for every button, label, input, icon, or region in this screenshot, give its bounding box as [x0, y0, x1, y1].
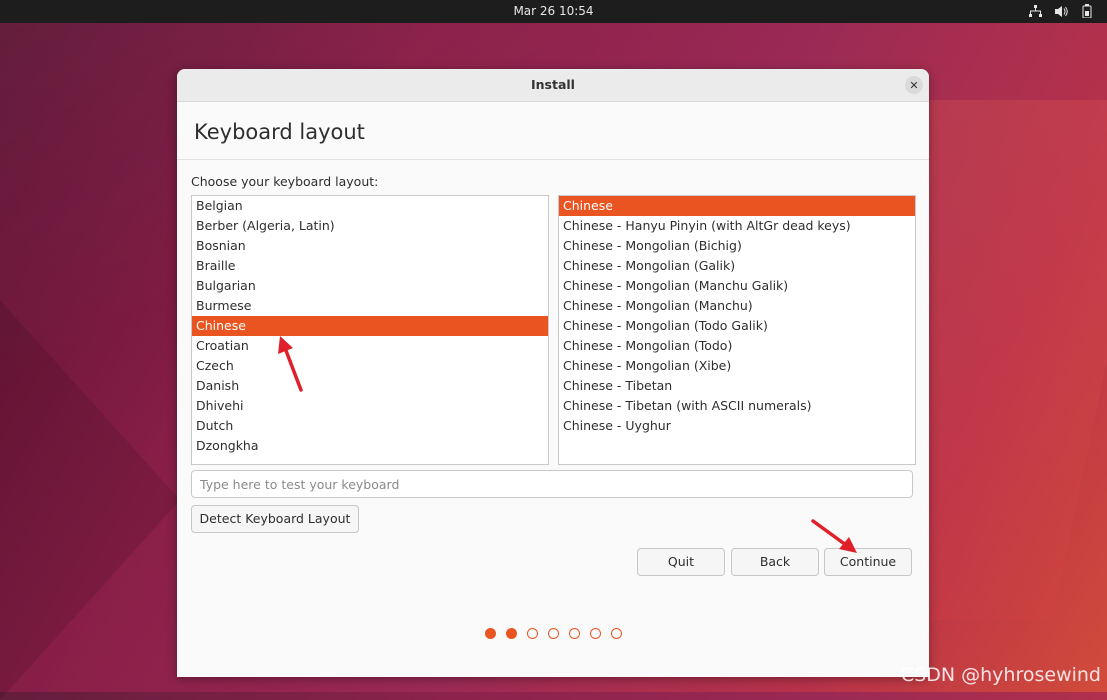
layout-list-item[interactable]: Chinese	[192, 316, 548, 336]
progress-dot	[610, 628, 622, 639]
variant-list-item[interactable]: Chinese	[559, 196, 915, 216]
layout-list-item-partial	[192, 456, 548, 462]
install-window: Install ✕ Keyboard layout Choose your ke…	[177, 69, 929, 677]
variant-list-item[interactable]: Chinese - Mongolian (Todo)	[559, 336, 915, 356]
variant-list-item[interactable]: Chinese - Mongolian (Todo Galik)	[559, 316, 915, 336]
layout-list-item[interactable]: Berber (Algeria, Latin)	[192, 216, 548, 236]
variant-list-item[interactable]: Chinese - Mongolian (Xibe)	[559, 356, 915, 376]
quit-button[interactable]: Quit	[637, 548, 725, 576]
layout-list-item[interactable]: Dhivehi	[192, 396, 548, 416]
window-title: Install	[531, 77, 575, 92]
layout-prompt: Choose your keyboard layout:	[191, 174, 379, 189]
variant-list-item[interactable]: Chinese - Mongolian (Manchu Galik)	[559, 276, 915, 296]
variant-list-item[interactable]: Chinese - Tibetan	[559, 376, 915, 396]
watermark: CSDN @hyhrosewind	[900, 664, 1101, 686]
close-button[interactable]: ✕	[905, 76, 923, 94]
progress-dot	[547, 628, 559, 639]
variant-list-item[interactable]: Chinese - Mongolian (Galik)	[559, 256, 915, 276]
system-tray[interactable]	[1027, 3, 1095, 19]
progress-dot	[526, 628, 538, 639]
volume-icon[interactable]	[1053, 3, 1069, 19]
close-icon: ✕	[909, 78, 919, 92]
layout-list-item[interactable]: Czech	[192, 356, 548, 376]
network-icon[interactable]	[1027, 3, 1043, 19]
page-title: Keyboard layout	[194, 120, 365, 144]
variant-list-item[interactable]: Chinese - Uyghur	[559, 416, 915, 436]
keyboard-test-input[interactable]	[191, 470, 913, 498]
layout-list-item[interactable]: Bosnian	[192, 236, 548, 256]
progress-dot	[568, 628, 580, 639]
title-bar[interactable]: Install ✕	[177, 69, 929, 102]
layout-list-item[interactable]: Bulgarian	[192, 276, 548, 296]
progress-dot	[505, 628, 517, 639]
layout-list-item[interactable]: Danish	[192, 376, 548, 396]
variant-list-item[interactable]: Chinese - Hanyu Pinyin (with AltGr dead …	[559, 216, 915, 236]
variant-list-item[interactable]: Chinese - Tibetan (with ASCII numerals)	[559, 396, 915, 416]
layout-list-item[interactable]: Croatian	[192, 336, 548, 356]
variant-list[interactable]: Chinese Chinese - Hanyu Pinyin (with AltG…	[558, 195, 916, 465]
layout-list-item[interactable]: Braille	[192, 256, 548, 276]
top-bar: Mar 26 10:54	[0, 0, 1107, 23]
variant-list-item[interactable]: Chinese - Mongolian (Manchu)	[559, 296, 915, 316]
layout-list[interactable]: Belgian Berber (Algeria, Latin) Bosnian Bra…	[191, 195, 549, 465]
layout-list-item[interactable]: Burmese	[192, 296, 548, 316]
continue-button[interactable]: Continue	[824, 548, 912, 576]
progress-dot	[484, 628, 496, 639]
wallpaper-shape	[0, 300, 180, 700]
battery-icon[interactable]	[1079, 3, 1095, 19]
progress-dot	[589, 628, 601, 639]
clock[interactable]: Mar 26 10:54	[0, 4, 1107, 18]
variant-list-item[interactable]: Chinese - Mongolian (Bichig)	[559, 236, 915, 256]
layout-list-item[interactable]: Belgian	[192, 196, 548, 216]
back-button[interactable]: Back	[731, 548, 819, 576]
progress-dots	[177, 628, 929, 639]
detect-keyboard-layout-button[interactable]: Detect Keyboard Layout	[191, 505, 359, 533]
layout-list-item[interactable]: Dutch	[192, 416, 548, 436]
page-header: Keyboard layout	[177, 102, 929, 160]
content-area: Choose your keyboard layout: Belgian Berb…	[177, 160, 929, 677]
layout-list-item[interactable]: Dzongkha	[192, 436, 548, 456]
